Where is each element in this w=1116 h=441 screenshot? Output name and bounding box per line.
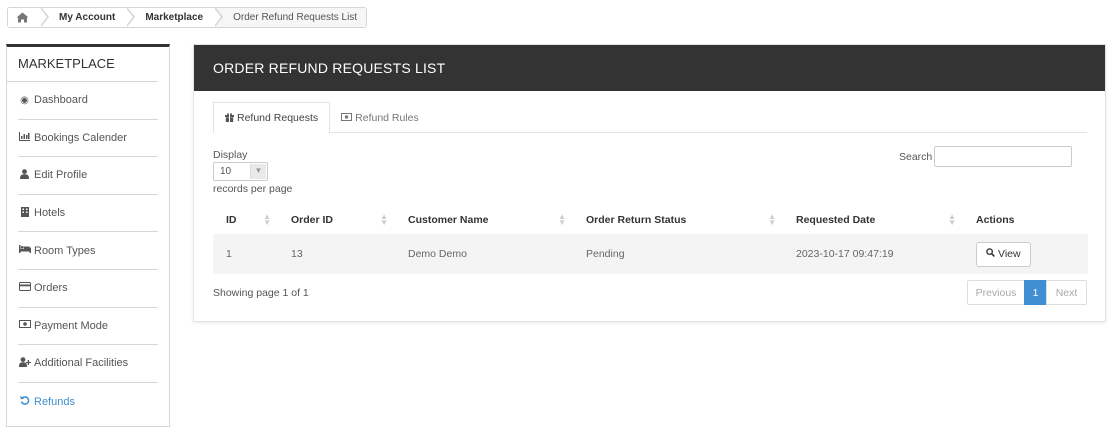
view-button-label: View [998,248,1021,260]
sidebar-item-label: Edit Profile [34,169,88,182]
user-plus-icon [18,357,31,370]
sidebar-item-label: Orders [34,282,68,295]
page-title: ORDER REFUND REQUESTS LIST [194,45,1105,91]
refund-requests-panel: ORDER REFUND REQUESTS LIST Refund Reques… [193,44,1106,322]
cell-requested-date: 2023-10-17 09:47:19 [796,248,894,260]
breadcrumb-home[interactable] [8,7,49,27]
table-header: ID ▲ ▼ Order ID ▲ ▼ Customer Name ▲ ▼ Order… [213,206,1088,234]
bed-icon [18,245,31,256]
cell-customer-name: Demo Demo [408,248,467,260]
breadcrumb-marketplace[interactable]: Marketplace [127,7,224,27]
column-label: Order Return Status [586,214,687,226]
sidebar-item-bookings-calender[interactable]: Bookings Calender [18,120,158,158]
display-label: Display [213,149,248,161]
next-page-button[interactable]: Next [1046,280,1087,305]
pagination: Previous 1 Next [967,280,1087,305]
breadcrumb-my-account[interactable]: My Account [41,7,136,27]
tab-bar: Refund Requests Refund Rules [213,102,1087,134]
undo-icon [18,395,31,408]
gift-icon [225,112,234,124]
breadcrumb-label: Marketplace [145,12,204,23]
page-size-value: 10 [220,166,232,177]
sidebar-item-label: Additional Facilities [34,357,129,370]
sidebar-item-label: Bookings Calender [34,131,127,144]
column-label: Actions [976,214,1015,226]
user-icon [18,169,31,182]
column-header-order-return-status[interactable]: Order Return Status ▲ ▼ [573,206,783,234]
money-icon [341,112,353,123]
cell-id: 1 [226,248,232,260]
sort-icon: ▲ ▼ [768,212,776,227]
money-icon [18,320,31,331]
sidebar-item-orders[interactable]: Orders [18,270,158,308]
column-header-id[interactable]: ID ▲ ▼ [213,206,278,234]
sort-icon: ▲ ▼ [263,212,271,227]
column-header-requested-date[interactable]: Requested Date ▲ ▼ [783,206,963,234]
view-button[interactable]: View [976,241,1031,267]
cell-actions: View [963,234,1088,274]
pagination-info: Showing page 1 of 1 [213,287,309,299]
search-label: Search [899,151,933,163]
sidebar-item-additional-facilities[interactable]: Additional Facilities [18,345,158,383]
building-icon [18,206,31,220]
column-header-actions: Actions [963,206,1088,234]
search-input[interactable] [934,146,1072,167]
cell-order-id: 13 [291,248,303,260]
sort-icon: ▲ ▼ [948,212,956,227]
sidebar-item-dashboard[interactable]: ◉ Dashboard [18,82,158,120]
sidebar-item-label: Dashboard [34,94,88,107]
column-label: Requested Date [796,214,876,226]
breadcrumb-current: Order Refund Requests List [215,8,367,27]
sidebar-item-label: Refunds [34,395,75,408]
breadcrumb-label: Order Refund Requests List [233,12,358,23]
credit-card-icon [18,282,31,294]
sidebar-item-label: Room Types [34,244,96,257]
sidebar-item-label: Hotels [34,207,66,220]
sidebar-title: MARKETPLACE [7,47,158,82]
column-header-customer-name[interactable]: Customer Name ▲ ▼ [395,206,573,234]
sidebar-item-edit-profile[interactable]: Edit Profile [18,157,158,195]
dashboard-icon: ◉ [20,94,29,106]
sidebar-item-refunds[interactable]: Refunds [18,383,158,421]
tab-label: Refund Requests [237,112,319,124]
tab-refund-rules[interactable]: Refund Rules [330,102,430,133]
column-header-order-id[interactable]: Order ID ▲ ▼ [278,206,395,234]
bar-chart-icon [18,131,31,144]
tab-refund-requests[interactable]: Refund Requests [213,102,331,134]
sidebar-item-room-types[interactable]: Room Types [18,232,158,270]
sidebar-menu: ◉ Dashboard Bookings Calender Edit Profi… [7,82,169,420]
search-icon [986,248,995,260]
refund-requests-table: ID ▲ ▼ Order ID ▲ ▼ Customer Name ▲ ▼ Order… [213,206,1088,274]
sidebar-item-hotels[interactable]: Hotels [18,195,158,233]
sidebar: MARKETPLACE ◉ Dashboard Bookings Calende… [6,44,170,427]
sort-icon: ▲ ▼ [380,212,388,227]
table-row: 1 13 Demo Demo Pending 2023-10-17 09:47:… [213,234,1088,274]
sidebar-item-label: Payment Mode [34,319,108,332]
page-size-select[interactable]: 10 ▼ [213,162,268,181]
cell-status: Pending [586,248,625,260]
breadcrumb-label: My Account [59,12,116,23]
sort-icon: ▲ ▼ [558,212,566,227]
breadcrumb: My Account Marketplace Order Refund Requ… [7,7,368,28]
previous-page-button[interactable]: Previous [967,280,1025,305]
tab-label: Refund Rules [355,111,419,124]
page-1-button[interactable]: 1 [1024,280,1047,305]
column-label: ID [226,214,237,226]
column-label: Order ID [291,214,334,226]
records-per-page-label: records per page [213,183,293,195]
column-label: Customer Name [408,214,489,226]
chevron-down-icon: ▼ [250,164,266,179]
home-icon [16,12,29,23]
sidebar-item-payment-mode[interactable]: Payment Mode [18,308,158,346]
